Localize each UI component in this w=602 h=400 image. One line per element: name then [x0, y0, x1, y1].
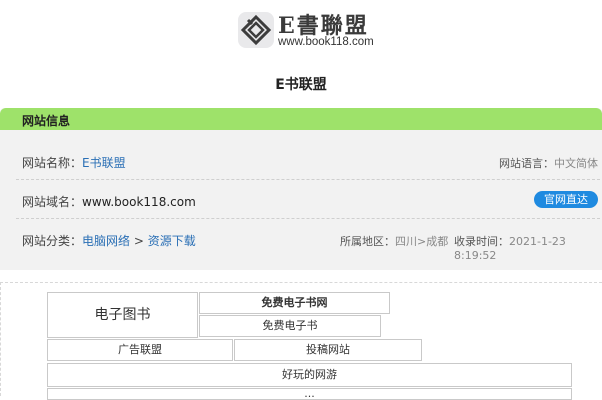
- tag-submit-site[interactable]: 投稿网站: [234, 339, 422, 361]
- site-name-row: 网站名称：E书联盟 网站语言：中文简体: [16, 142, 600, 180]
- site-domain-label: 网站域名：: [22, 195, 83, 209]
- category-link-download[interactable]: 资源下载: [148, 234, 196, 248]
- site-name-label: 网站名称：: [22, 156, 83, 170]
- region-field: 所属地区：四川>成都: [340, 233, 448, 249]
- time-field: 收录时间：2021-1-23 8:19:52: [454, 233, 600, 262]
- official-site-button[interactable]: 官网直达: [534, 191, 598, 208]
- logo-url: www.book118.com: [278, 36, 374, 48]
- region-label: 所属地区：: [340, 235, 395, 248]
- card-header: 网站信息: [0, 108, 602, 130]
- book-logo-icon: [238, 12, 274, 48]
- card-header-title: 网站信息: [22, 114, 71, 128]
- tag-ad-union[interactable]: 广告联盟: [47, 339, 233, 361]
- site-name-field: 网站名称：E书联盟: [22, 154, 126, 171]
- tag-partial[interactable]: ...: [47, 388, 572, 400]
- tag-free-ebook[interactable]: 免费电子书: [199, 315, 381, 337]
- region-value: 四川>成都: [395, 235, 449, 248]
- tag-free-ebook-site[interactable]: 免费电子书网: [199, 292, 390, 314]
- site-category-label: 网站分类：: [22, 234, 83, 248]
- site-name-link[interactable]: E书联盟: [82, 156, 126, 170]
- tag-fun-game[interactable]: 好玩的网游: [47, 363, 572, 387]
- tag-ebook[interactable]: 电子图书: [47, 292, 198, 338]
- site-info-card: 网站信息 网站名称：E书联盟 网站语言：中文简体 网站域名：www.book11…: [0, 108, 602, 270]
- site-domain-row: 网站域名：www.book118.com 官网直达: [16, 181, 600, 219]
- language-value: 中文简体: [554, 157, 598, 170]
- category-link-computer[interactable]: 电脑网络: [82, 234, 130, 248]
- time-label: 收录时间：: [454, 235, 509, 248]
- site-logo[interactable]: E書聯盟 www.book118.com: [236, 8, 386, 52]
- page-title: E书联盟: [275, 77, 327, 93]
- language-label: 网站语言：: [499, 157, 554, 170]
- language-field: 网站语言：中文简体: [499, 155, 598, 171]
- site-category-field: 网站分类：电脑网络 > 资源下载: [22, 232, 196, 249]
- site-domain-value: www.book118.com: [82, 195, 196, 209]
- category-separator: >: [133, 234, 144, 248]
- site-domain-field: 网站域名：www.book118.com: [22, 193, 196, 210]
- site-category-row: 网站分类：电脑网络 > 资源下载 所属地区：四川>成都 收录时间：2021-1-…: [16, 220, 600, 262]
